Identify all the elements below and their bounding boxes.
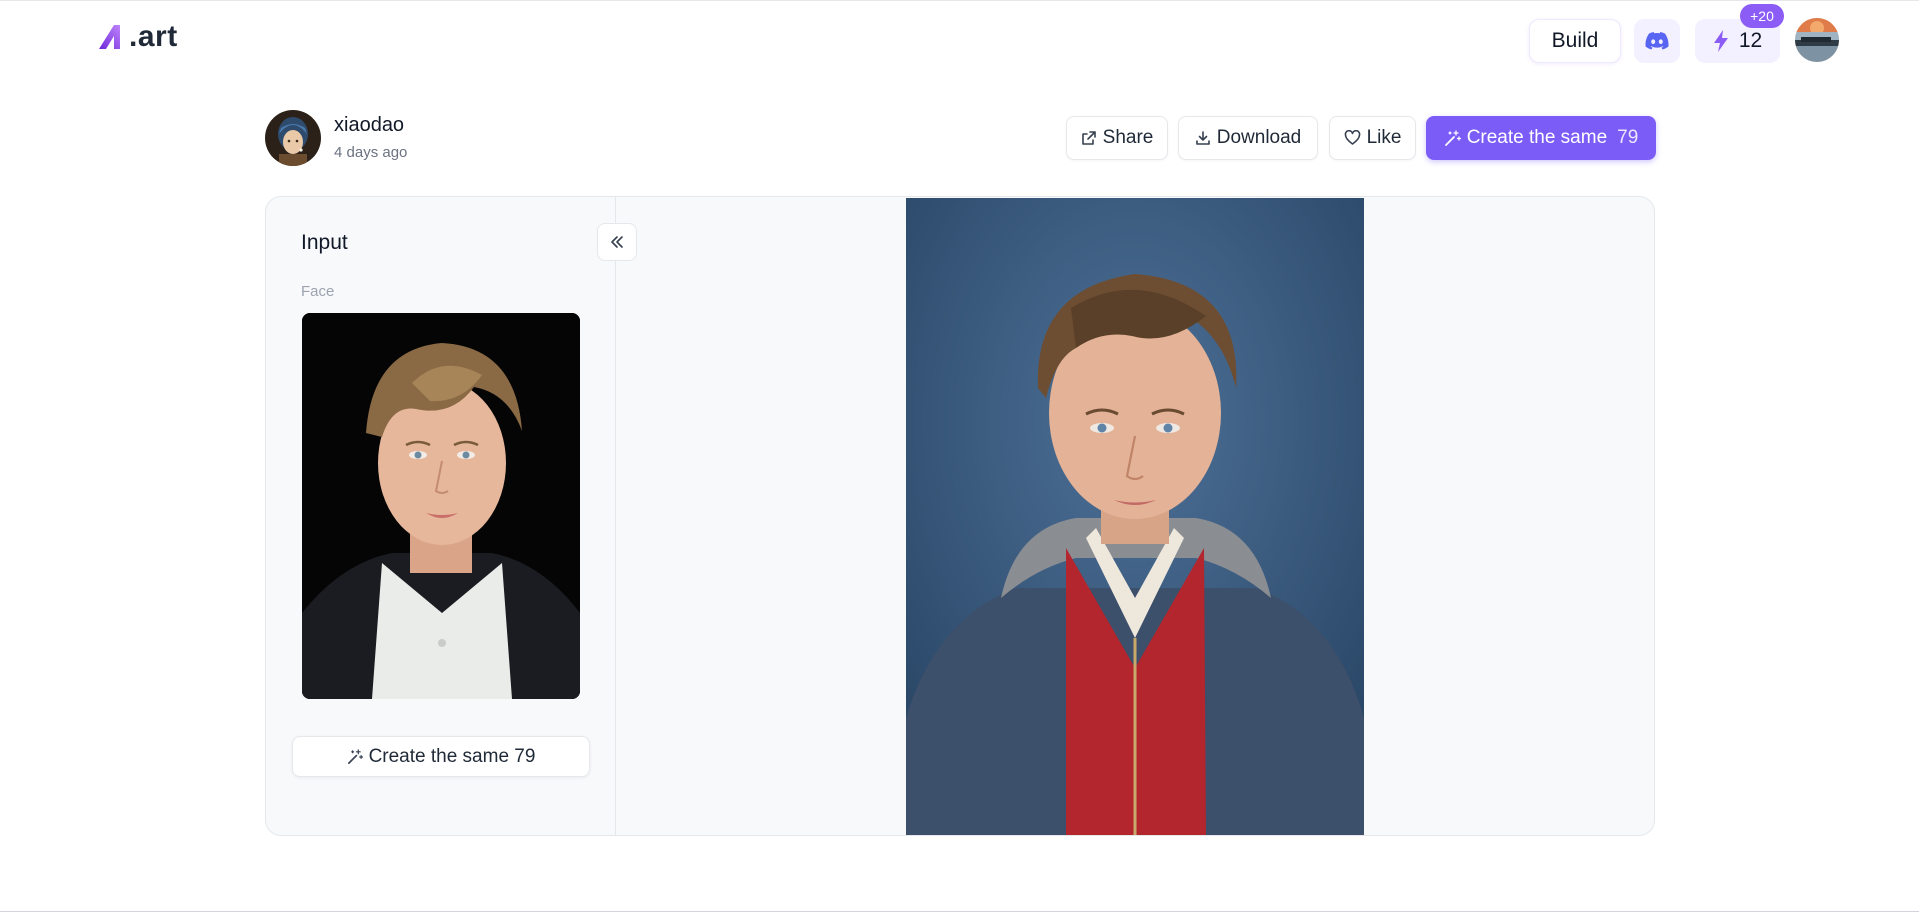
input-face-image[interactable] [302,313,580,699]
credits-bonus-badge: +20 [1740,4,1784,28]
input-create-the-same-button[interactable]: Create the same 79 [292,736,590,777]
result-card: Input Face Create the same 79 [265,196,1655,836]
author-name[interactable]: xiaodao [334,114,404,137]
like-label: Like [1366,127,1402,148]
download-button[interactable]: Download [1178,116,1318,160]
result-portrait-photo [906,198,1364,835]
input-face-photo [302,313,580,699]
bottom-border [0,911,1919,912]
like-button[interactable]: Like [1329,116,1416,160]
share-label: Share [1102,127,1154,148]
input-panel: Input Face Create the same 79 [266,197,616,835]
logo-mark-icon [99,25,120,49]
collapse-panel-button[interactable] [597,223,637,261]
create-the-same-count: 79 [1617,127,1639,148]
input-panel-title: Input [301,231,348,254]
share-icon [1081,131,1096,145]
top-border [0,0,1919,1]
logo-text: .art [129,20,178,53]
magic-wand-icon [1444,129,1461,146]
author-avatar[interactable] [265,110,321,166]
logo[interactable]: .art [96,20,178,54]
build-button[interactable]: Build [1529,19,1621,63]
build-label: Build [1551,29,1599,52]
download-label: Download [1216,127,1302,148]
double-chevron-left-icon [611,236,623,248]
heart-icon [1344,130,1360,145]
share-button[interactable]: Share [1066,116,1168,160]
user-avatar-image [1795,18,1839,62]
result-image[interactable] [906,198,1364,835]
download-icon [1195,131,1210,145]
lightning-icon [1713,30,1728,52]
author-avatar-image [265,110,321,166]
create-the-same-label: Create the same [1466,127,1608,148]
discord-button[interactable] [1634,19,1680,63]
create-the-same-button[interactable]: Create the same 79 [1426,116,1656,160]
discord-icon [1645,32,1669,50]
post-time: 4 days ago [334,144,408,161]
credits-count: 12 [1738,29,1763,52]
input-create-the-same-label: Create the same 79 [368,745,536,767]
face-label: Face [301,283,335,300]
user-avatar[interactable] [1795,18,1839,62]
magic-wand-icon [347,748,363,764]
